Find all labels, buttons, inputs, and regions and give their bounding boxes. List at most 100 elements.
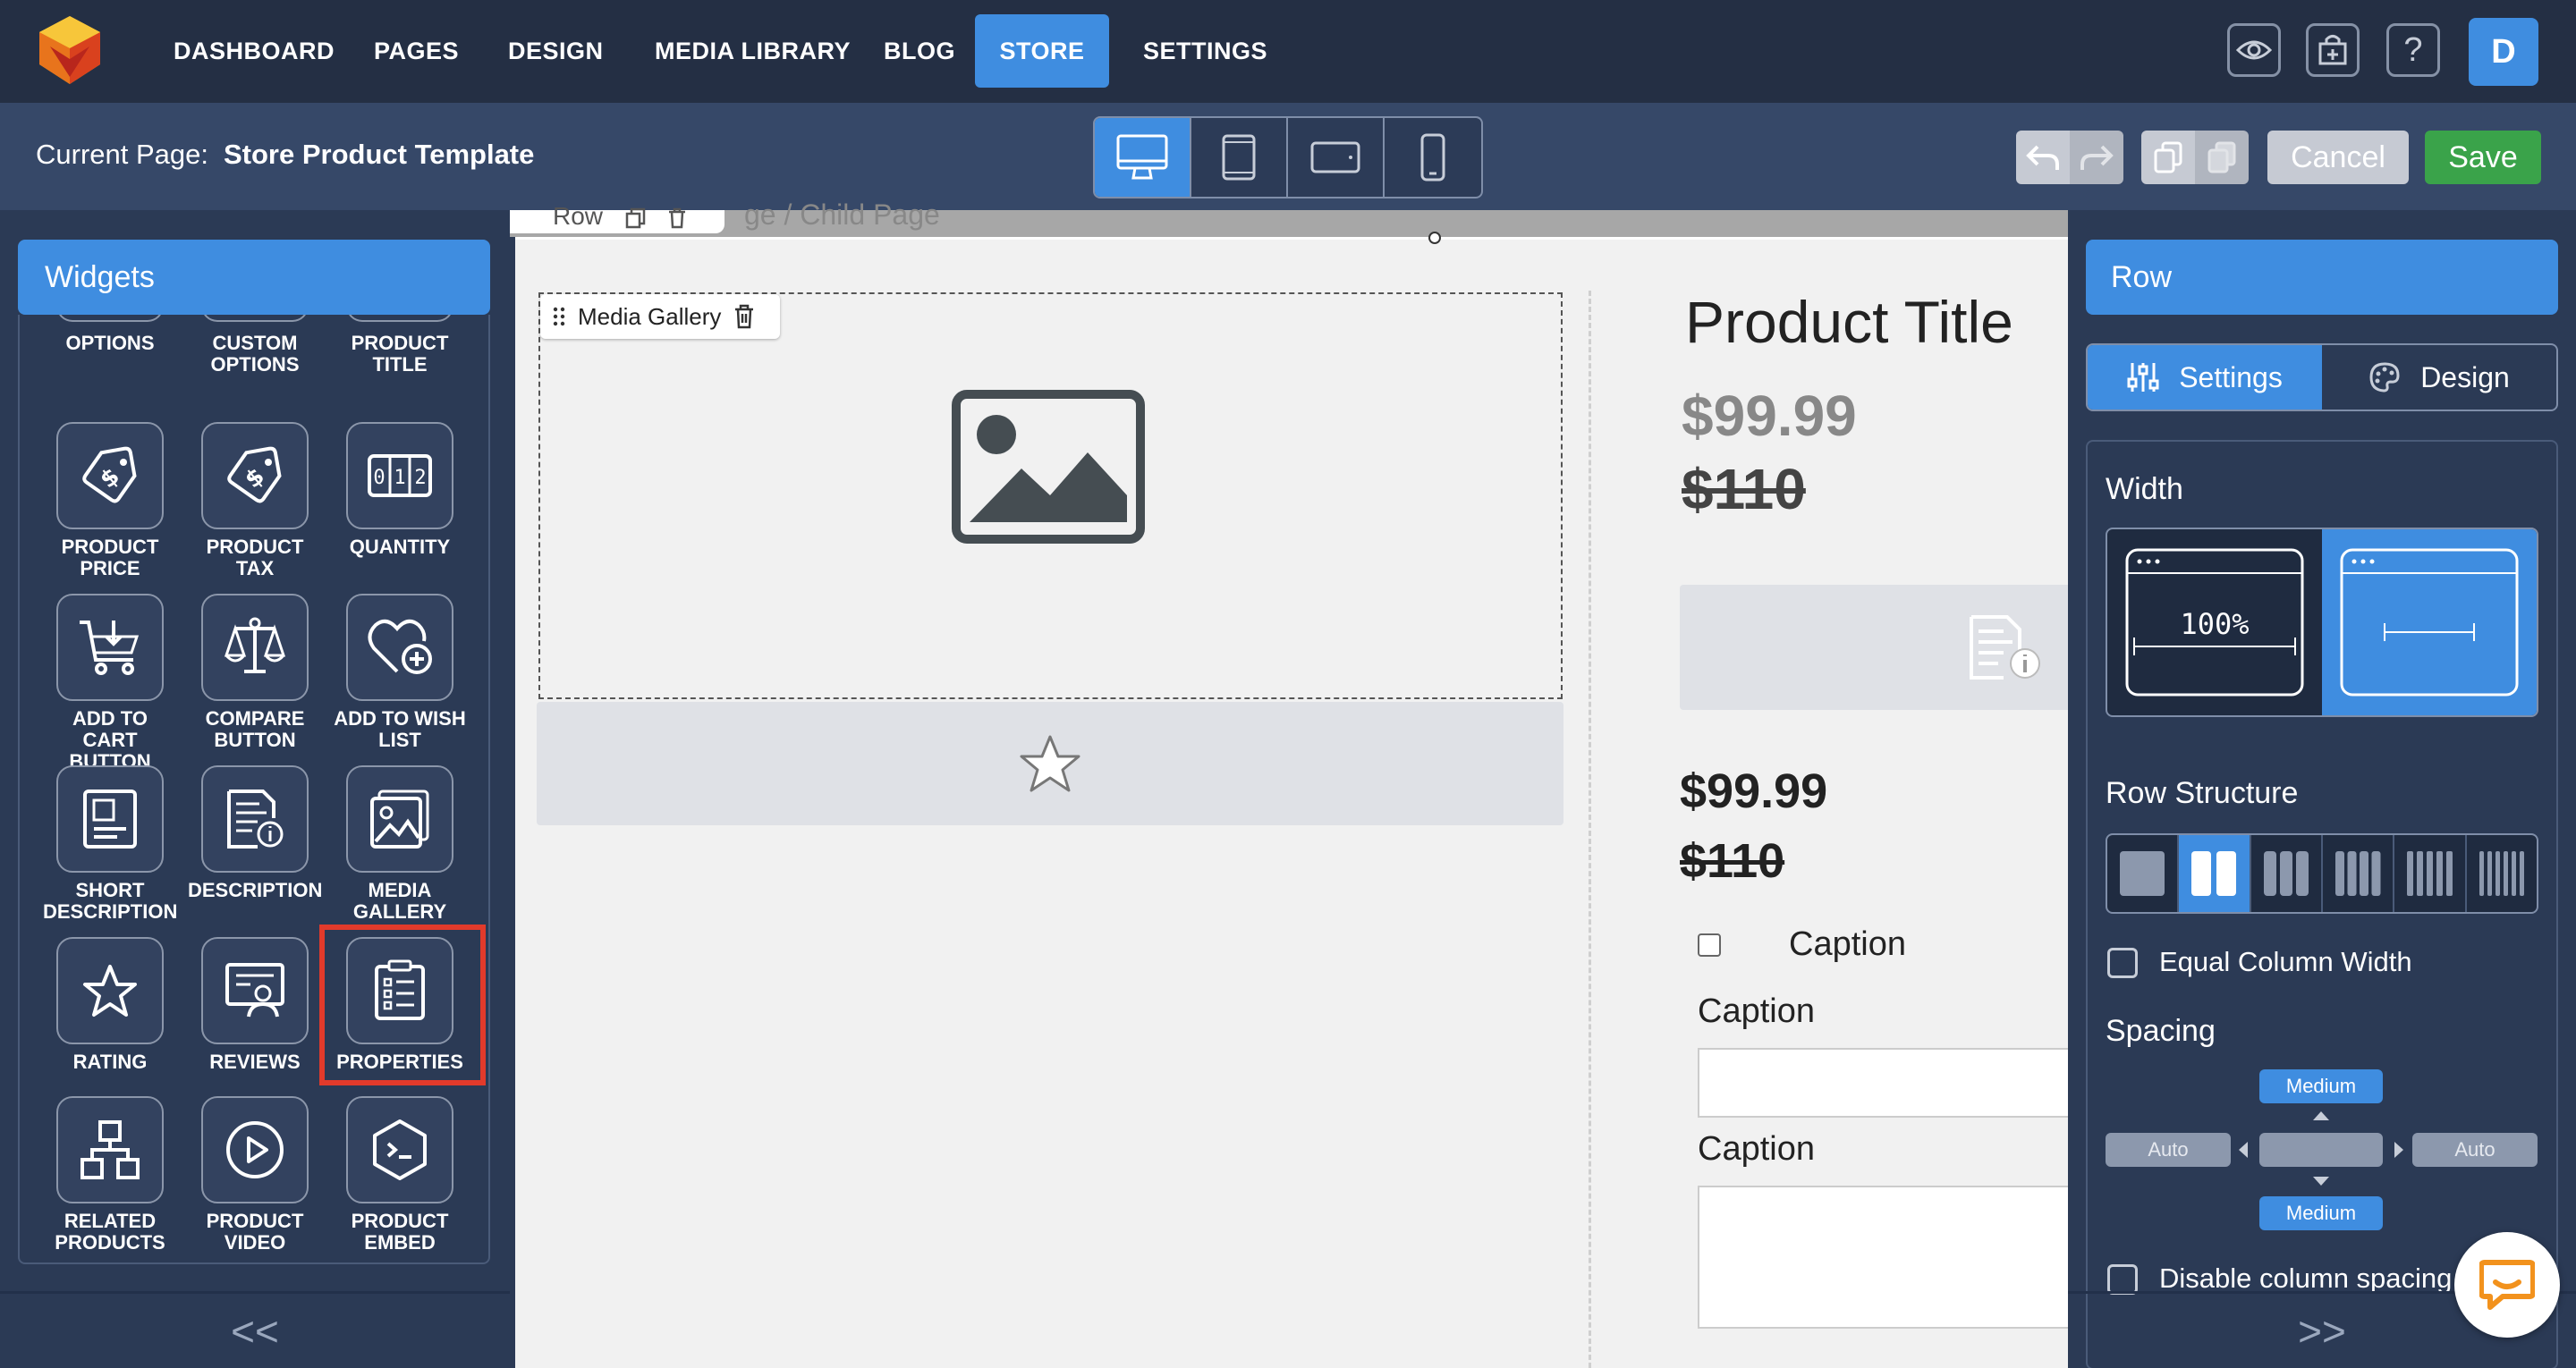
widget-label: SHORT DESCRIPTION [43, 879, 178, 923]
width-boxed-option[interactable] [2322, 529, 2537, 715]
row-delete-icon[interactable] [667, 207, 687, 229]
tab-settings[interactable]: Settings [2088, 345, 2322, 410]
widget-add-to-wish-list[interactable]: ADD TO WISH LIST [333, 594, 467, 751]
product-price-secondary: $99.99 [1680, 764, 1828, 818]
row-resize-handle[interactable] [1428, 232, 1441, 244]
star-placeholder-icon [1020, 735, 1080, 792]
spacing-center-box [2259, 1133, 2383, 1167]
spacing-top-select[interactable]: Medium [2259, 1069, 2383, 1103]
equal-column-width-label: Equal Column Width [2159, 946, 2412, 977]
current-page-label: Current Page: [36, 139, 208, 170]
widget-product-tax[interactable]: $ PRODUCT TAX [188, 422, 322, 579]
row-structure-6-col[interactable] [2467, 835, 2537, 912]
product-old-price: $110 [1682, 457, 1806, 521]
row-toolbar[interactable] [510, 210, 724, 233]
row-copy-icon[interactable] [624, 207, 648, 229]
widget-custom-options[interactable]: CUSTOM OPTIONS [188, 315, 322, 376]
desktop-view-button[interactable] [1095, 118, 1191, 197]
row-structure-2-col[interactable] [2179, 835, 2251, 912]
tab-design[interactable]: Design [2322, 345, 2556, 410]
row-boundary-line [515, 237, 2068, 240]
widgets-panel: OPTIONS CUSTOM OPTIONS PRODUCT TITLE $ P… [18, 315, 490, 1264]
row-structure-3-col[interactable] [2251, 835, 2323, 912]
heart-plus-icon [346, 594, 453, 701]
widget-options[interactable]: OPTIONS [43, 315, 177, 354]
tablet-view-button[interactable] [1191, 118, 1288, 197]
user-avatar[interactable]: D [2469, 18, 2538, 86]
product-price: $99.99 [1682, 384, 1857, 448]
widget-short-description[interactable]: SHORT DESCRIPTION [43, 765, 177, 923]
caption-checkbox[interactable] [1698, 933, 1721, 957]
widget-product-price[interactable]: $ PRODUCT PRICE [43, 422, 177, 579]
row-structure-label: Row Structure [2106, 776, 2299, 810]
chat-support-button[interactable] [2454, 1232, 2560, 1338]
current-page-name: Store Product Template [224, 139, 535, 170]
nav-settings[interactable]: SETTINGS [1123, 14, 1287, 88]
widget-label: QUANTITY [349, 536, 451, 558]
chat-bubble-icon [2479, 1260, 2535, 1310]
widget-rating[interactable]: RATING [43, 937, 177, 1073]
disable-column-spacing-label: Disable column spacing [2159, 1262, 2453, 1294]
spacing-right-arrow-icon [2394, 1142, 2403, 1158]
tablet-landscape-view-button[interactable] [1288, 118, 1385, 197]
row-structure-5-col[interactable] [2394, 835, 2467, 912]
save-button[interactable]: Save [2425, 131, 2541, 184]
caption-checkbox-label: Caption [1789, 925, 1906, 963]
equal-column-width-checkbox[interactable] [2107, 948, 2138, 978]
undo-button[interactable] [2016, 131, 2070, 184]
disable-column-spacing-checkbox[interactable] [2107, 1264, 2138, 1295]
help-icon[interactable]: ? [2386, 23, 2440, 77]
widget-product-title[interactable]: PRODUCT TITLE [333, 315, 467, 376]
spacing-left-arrow-icon [2239, 1142, 2248, 1158]
store-add-icon[interactable] [2306, 23, 2360, 77]
nav-pages[interactable]: PAGES [354, 14, 479, 88]
widget-media-gallery[interactable]: MEDIA GALLERY [333, 765, 467, 923]
widget-compare-button[interactable]: COMPARE BUTTON [188, 594, 322, 751]
trash-icon[interactable] [733, 304, 755, 329]
mobile-view-button[interactable] [1385, 118, 1481, 197]
spacing-right-select[interactable]: Auto [2412, 1133, 2538, 1167]
reviews-icon [201, 937, 309, 1044]
spacing-down-arrow-icon [2313, 1177, 2329, 1186]
scale-icon [201, 594, 309, 701]
nav-store[interactable]: STORE [975, 14, 1109, 88]
collapse-left-button[interactable]: << [0, 1294, 510, 1368]
nav-blog[interactable]: BLOG [864, 14, 975, 88]
media-gallery-toolbar[interactable]: Media Gallery [540, 294, 780, 339]
device-preview-switcher [1093, 116, 1483, 198]
quantity-icon: 012 [346, 422, 453, 529]
row-structure-selector [2106, 833, 2538, 914]
spacing-up-arrow-icon [2313, 1111, 2329, 1120]
width-full-option[interactable]: 100% [2107, 529, 2322, 715]
paste-button[interactable] [2195, 131, 2249, 184]
embed-icon [346, 1096, 453, 1203]
spacing-left-select[interactable]: Auto [2106, 1133, 2231, 1167]
nav-media-library[interactable]: MEDIA LIBRARY [635, 14, 870, 88]
caption-input-label: Caption [1698, 992, 1815, 1030]
widget-quantity[interactable]: 012 QUANTITY [333, 422, 467, 558]
redo-button[interactable] [2070, 131, 2123, 184]
widget-related-products[interactable]: RELATED PRODUCTS [43, 1096, 177, 1254]
video-icon [201, 1096, 309, 1203]
caption-input[interactable] [1698, 1048, 2073, 1118]
widget-product-embed[interactable]: PRODUCT EMBED [333, 1096, 467, 1254]
caption-textarea-label: Caption [1698, 1130, 1815, 1168]
short-description-icon [56, 765, 164, 873]
widget-description[interactable]: DESCRIPTION [188, 765, 322, 901]
copy-button[interactable] [2141, 131, 2195, 184]
app-logo-icon[interactable] [32, 13, 107, 88]
product-old-price-secondary: $110 [1680, 834, 1785, 888]
cancel-button[interactable]: Cancel [2267, 131, 2409, 184]
tab-design-label: Design [2420, 360, 2510, 393]
preview-eye-icon[interactable] [2227, 23, 2281, 77]
row-structure-4-col[interactable] [2323, 835, 2395, 912]
row-structure-1-col[interactable] [2107, 835, 2180, 912]
widget-product-video[interactable]: PRODUCT VIDEO [188, 1096, 322, 1254]
widget-add-to-cart-button[interactable]: ADD TO CART BUTTON [43, 594, 177, 773]
widget-reviews[interactable]: REVIEWS [188, 937, 322, 1073]
nav-dashboard[interactable]: DASHBOARD [154, 14, 354, 88]
caption-textarea[interactable] [1698, 1186, 2073, 1329]
nav-design[interactable]: DESIGN [488, 14, 623, 88]
spacing-bottom-select[interactable]: Medium [2259, 1196, 2383, 1230]
drag-handle-icon[interactable] [553, 306, 565, 327]
